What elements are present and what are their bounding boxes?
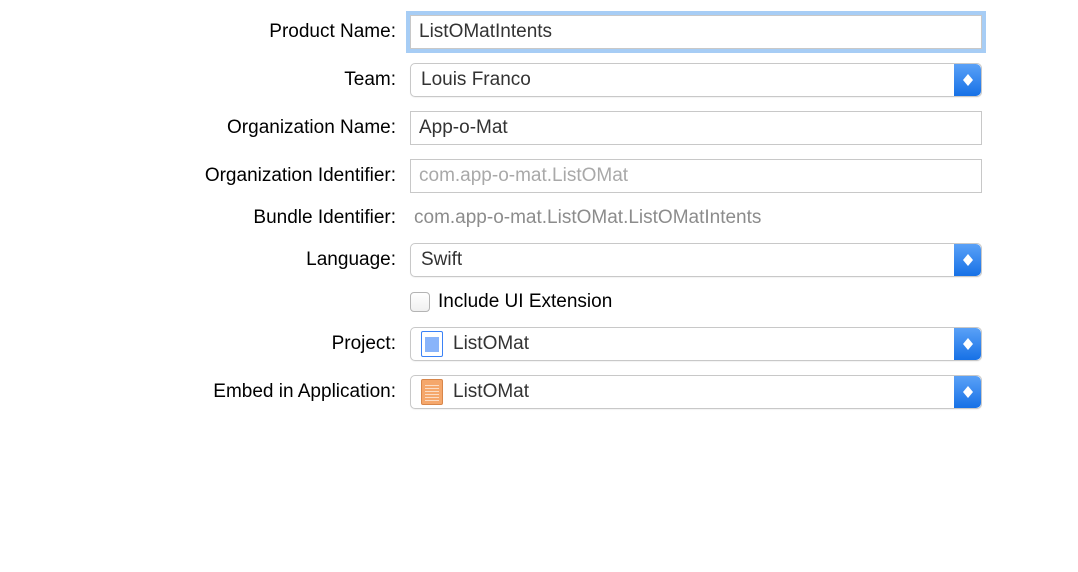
language-label: Language: xyxy=(30,249,410,271)
organization-name-input[interactable] xyxy=(410,111,982,145)
team-dropdown-value: Louis Franco xyxy=(421,69,531,91)
team-label: Team: xyxy=(30,69,410,91)
dropdown-arrows-icon xyxy=(954,376,981,408)
embed-in-application-dropdown[interactable]: ListOMat xyxy=(410,375,982,409)
language-dropdown-value: Swift xyxy=(421,249,462,271)
organization-identifier-input[interactable] xyxy=(410,159,982,193)
embed-in-application-dropdown-value: ListOMat xyxy=(453,381,529,403)
organization-name-label: Organization Name: xyxy=(30,117,410,139)
dropdown-arrows-icon xyxy=(954,64,981,96)
dropdown-arrows-icon xyxy=(954,328,981,360)
project-dropdown-value: ListOMat xyxy=(453,333,529,355)
language-dropdown[interactable]: Swift xyxy=(410,243,982,277)
product-name-label: Product Name: xyxy=(30,21,410,43)
bundle-identifier-value: com.app-o-mat.ListOMat.ListOMatIntents xyxy=(410,207,761,229)
bundle-identifier-label: Bundle Identifier: xyxy=(30,207,410,229)
xcode-project-icon xyxy=(421,331,443,357)
team-dropdown[interactable]: Louis Franco xyxy=(410,63,982,97)
embed-in-application-label: Embed in Application: xyxy=(30,381,410,403)
project-dropdown[interactable]: ListOMat xyxy=(410,327,982,361)
organization-identifier-label: Organization Identifier: xyxy=(30,165,410,187)
include-ui-extension-label: Include UI Extension xyxy=(438,291,612,313)
dropdown-arrows-icon xyxy=(954,244,981,276)
include-ui-extension-checkbox[interactable] xyxy=(410,292,430,312)
product-name-input[interactable] xyxy=(410,15,982,49)
app-icon xyxy=(421,379,443,405)
project-label: Project: xyxy=(30,333,410,355)
